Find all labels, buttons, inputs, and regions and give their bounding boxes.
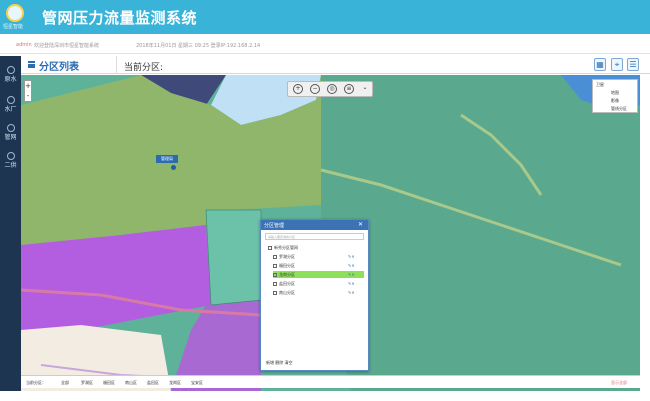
- edit-icon[interactable]: ✎✕: [348, 262, 355, 269]
- zoom-out-icon[interactable]: −: [310, 84, 320, 94]
- checkbox[interactable]: [273, 273, 277, 277]
- zoom-in-icon[interactable]: +: [293, 84, 303, 94]
- info-bar: admin 欢迎登陆深圳市恒星智能系统 2018年11月01日 星期三 09:2…: [0, 34, 650, 54]
- nav-item-raw-water[interactable]: 原水: [0, 64, 21, 86]
- map-pin-button[interactable]: ⌖: [611, 58, 623, 71]
- zone-tab[interactable]: 盐田区: [147, 380, 159, 386]
- show-all-button[interactable]: 显示全部: [611, 380, 627, 386]
- tree-row[interactable]: 南山分区 ✎✕: [273, 289, 364, 296]
- pump-icon: [6, 152, 15, 160]
- nav-item-label: 水厂: [4, 106, 17, 113]
- tree-row-label: 盐田分区: [279, 281, 295, 286]
- zone-tab[interactable]: 宝安区: [191, 380, 203, 386]
- checkbox[interactable]: [273, 291, 277, 295]
- chevron-down-icon[interactable]: ⌄: [360, 84, 370, 94]
- pin-label: 管理局: [156, 155, 178, 163]
- list-icon: [28, 61, 35, 68]
- dialog-header: 分区管理 ✕: [261, 220, 368, 230]
- layer-switcher[interactable]: 卫星 地图 影像 管线分区: [592, 79, 638, 113]
- zone-tab-label: 当前分区：: [26, 380, 46, 385]
- logo-text: 恒星智能: [3, 24, 24, 30]
- close-icon[interactable]: ✕: [358, 221, 363, 228]
- app-title: 管网压力流量监测系统: [42, 9, 198, 27]
- nav-item-label: 二供: [4, 162, 17, 169]
- tree-row-label: 福田分区: [279, 263, 295, 268]
- checkbox[interactable]: [273, 255, 277, 259]
- layer-item[interactable]: 影像: [611, 98, 619, 104]
- map-tools: + − ◎ ≡ ⌄: [287, 81, 373, 97]
- welcome-text: 欢迎登陆深圳市恒星智能系统: [34, 43, 100, 49]
- edit-icon[interactable]: ✎✕: [348, 289, 355, 296]
- tree-row-label: 罗湖分区: [279, 254, 295, 259]
- tree-row[interactable]: 福田分区 ✎✕: [273, 262, 364, 269]
- zone-tab[interactable]: 龙岗区: [169, 380, 181, 386]
- zone-tab[interactable]: 罗湖区: [81, 380, 93, 386]
- panel-title: 分区列表: [39, 62, 79, 73]
- pipe-icon: [6, 124, 15, 132]
- zoom-in-button[interactable]: +: [25, 81, 31, 91]
- nav-item-label: 管网: [4, 134, 17, 141]
- nav-item-secondary[interactable]: 二供: [0, 150, 21, 172]
- zone-tab[interactable]: 全部: [61, 380, 69, 386]
- factory-icon: [6, 96, 15, 104]
- compass-icon[interactable]: ◎: [327, 84, 337, 94]
- login-info: 2018年11月01日 星期三 09:25 登录IP:192.168.2.14: [136, 43, 261, 49]
- layer-item[interactable]: 卫星: [596, 82, 604, 88]
- water-icon: [6, 66, 15, 74]
- layers-icon[interactable]: ≡: [344, 84, 354, 94]
- zone-manager-dialog: 分区管理 ✕ 请输入要查询的分区 新秀分区管网 罗湖分区 ✎✕ 福田分区 ✎✕ …: [260, 219, 369, 371]
- list-view-button[interactable]: ☰: [627, 58, 639, 71]
- tree-row-selected[interactable]: 龙岗分区 ✎✕: [273, 271, 364, 278]
- edit-icon[interactable]: ✎✕: [348, 253, 355, 260]
- left-nav: 原水 水厂 管网 二供: [0, 56, 21, 401]
- grid-view-button[interactable]: ▦: [594, 58, 606, 71]
- tree-row[interactable]: 盐田分区 ✎✕: [273, 280, 364, 287]
- layer-item[interactable]: 管线分区: [611, 106, 627, 112]
- zone-search-input[interactable]: 请输入要查询的分区: [265, 233, 364, 240]
- checkbox[interactable]: [273, 282, 277, 286]
- tree-row[interactable]: 罗湖分区 ✎✕: [273, 253, 364, 260]
- status-bar: [0, 391, 650, 401]
- title-bar: 恒星智能 管网压力流量监测系统: [0, 0, 650, 34]
- map-view[interactable]: + - + − ◎ ≡ ⌄ 卫星 地图 影像 管线分区 管理局 分区管理 ✕ 请…: [21, 75, 640, 391]
- dialog-title: 分区管理: [264, 223, 285, 229]
- nav-item-label: 原水: [4, 76, 17, 83]
- edit-icon[interactable]: ✎✕: [348, 271, 355, 278]
- tree-root[interactable]: 新秀分区管网: [268, 244, 364, 251]
- tree-row-label: 南山分区: [279, 290, 295, 295]
- logo-icon: [6, 4, 24, 22]
- tree-root-label: 新秀分区管网: [274, 245, 298, 250]
- zoom-control[interactable]: + -: [24, 80, 32, 102]
- divider: [116, 56, 117, 74]
- nav-item-plant[interactable]: 水厂: [0, 94, 21, 116]
- checkbox[interactable]: [268, 246, 272, 250]
- zoom-out-button[interactable]: -: [25, 91, 31, 101]
- pin-icon: [171, 165, 176, 170]
- edit-icon[interactable]: ✎✕: [348, 280, 355, 287]
- username[interactable]: admin: [16, 42, 32, 48]
- dialog-footer[interactable]: 新增 删除 清空: [266, 360, 293, 366]
- layer-item[interactable]: 地图: [611, 90, 619, 96]
- zone-tab[interactable]: 福田区: [103, 380, 115, 386]
- current-zone-label: 当前分区:: [124, 63, 164, 73]
- panel-header: 分区列表 当前分区: ▦ ⌖ ☰: [21, 56, 650, 74]
- checkbox[interactable]: [273, 264, 277, 268]
- tree-row-label: 龙岗分区: [279, 272, 295, 277]
- nav-item-network[interactable]: 管网: [0, 122, 21, 144]
- zone-tab[interactable]: 南山区: [125, 380, 137, 386]
- zone-tabs-bar: 当前分区： 全部 罗湖区 福田区 南山区 盐田区 龙岗区 宝安区 显示全部: [21, 375, 640, 388]
